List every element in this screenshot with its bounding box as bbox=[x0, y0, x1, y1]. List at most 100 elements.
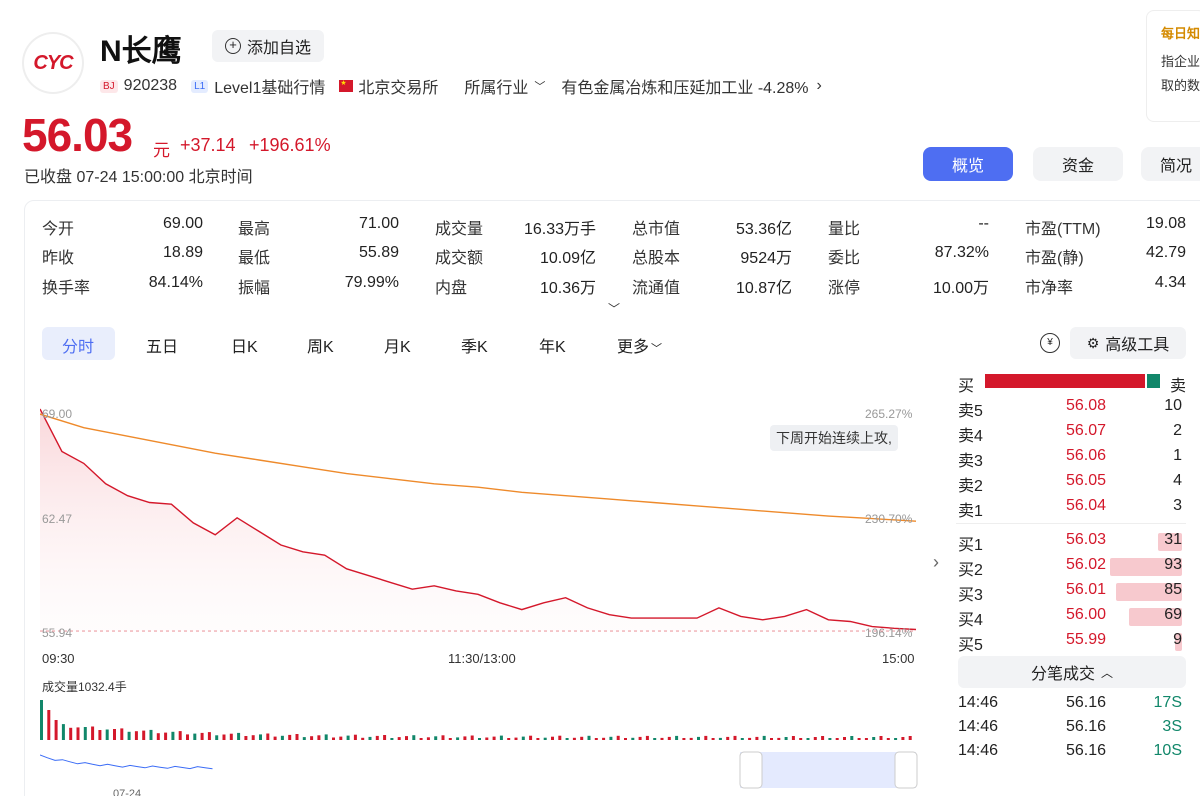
intraday-chart[interactable] bbox=[40, 395, 920, 795]
stat-value: 87.32% bbox=[934, 244, 989, 261]
pct-axis-low: 196.14% bbox=[865, 626, 913, 640]
volume-bar bbox=[821, 736, 825, 740]
level-label: 卖2 bbox=[958, 478, 983, 495]
volume-bar bbox=[222, 734, 226, 740]
ask-row[interactable]: 卖1 56.04 3 bbox=[958, 497, 1198, 522]
bid-row[interactable]: 买1 56.03 31 bbox=[958, 531, 1198, 556]
volume-bar bbox=[908, 736, 912, 740]
volume-bar bbox=[353, 734, 357, 740]
add-watchlist-button[interactable]: + 添加自选 bbox=[212, 30, 324, 62]
exchange-tag: BJ bbox=[100, 79, 118, 93]
volume-bar bbox=[339, 736, 343, 740]
volume-bar bbox=[857, 738, 861, 740]
industry-name: 有色金属冶炼和压延加工业 -4.28% bbox=[561, 80, 809, 97]
bid-row[interactable]: 买4 56.00 69 bbox=[958, 606, 1198, 631]
volume-bar bbox=[61, 724, 65, 740]
navigator-window[interactable] bbox=[740, 752, 916, 788]
volume-bar bbox=[390, 738, 394, 740]
volume-bar bbox=[850, 736, 854, 740]
level-price: 56.01 bbox=[1066, 581, 1107, 598]
sell-ratio-bar bbox=[1147, 374, 1160, 388]
tab-daily-k[interactable]: 日K bbox=[231, 333, 258, 357]
industry-dropdown[interactable]: 所属行业 ﹀ bbox=[464, 74, 545, 98]
level-volume: 4 bbox=[1173, 472, 1182, 489]
chevron-right-icon: › bbox=[816, 77, 822, 94]
tab-overview[interactable]: 概览 bbox=[923, 147, 1013, 181]
stat-value: 71.00 bbox=[358, 215, 399, 232]
trade-price: 56.16 bbox=[1066, 694, 1107, 711]
tools-icon: ⚙ bbox=[1086, 334, 1100, 351]
yen-icon[interactable]: ¥ bbox=[1040, 333, 1060, 353]
level-volume: 1 bbox=[1173, 447, 1182, 464]
volume-bar bbox=[638, 736, 642, 740]
volume-bar bbox=[770, 738, 773, 740]
price-change-percent: +196.61% bbox=[249, 135, 331, 155]
bid-row[interactable]: 买5 55.99 9 bbox=[958, 631, 1198, 656]
volume-bar bbox=[558, 735, 562, 740]
tab-five-day[interactable]: 五日 bbox=[146, 333, 178, 357]
sell-label: 卖 bbox=[1170, 378, 1187, 395]
tab-quarterly-k[interactable]: 季K bbox=[461, 333, 488, 357]
volume-bar bbox=[733, 735, 737, 740]
tab-yearly-k[interactable]: 年K bbox=[539, 333, 566, 357]
stock-name: N长鹰 bbox=[100, 35, 182, 68]
tab-funds[interactable]: 资金 bbox=[1033, 147, 1123, 181]
tab-profile[interactable]: 简况 bbox=[1141, 147, 1200, 181]
volume-bars bbox=[40, 700, 912, 740]
volume-bar bbox=[186, 734, 189, 740]
volume-bar bbox=[302, 737, 306, 740]
ask-row[interactable]: 卖2 56.05 4 bbox=[958, 472, 1198, 497]
y-axis-top: 69.00 bbox=[42, 407, 73, 421]
volume-bar bbox=[726, 736, 730, 740]
trade-time: 14:46 bbox=[958, 742, 999, 759]
volume-bar bbox=[784, 737, 788, 740]
chevron-right-icon[interactable]: › bbox=[933, 552, 939, 573]
daily-knowledge-panel[interactable]: 每日知 指企业 取的数 bbox=[1146, 10, 1200, 122]
advanced-tools-button[interactable]: ⚙ 高级工具 bbox=[1070, 327, 1186, 359]
tab-intraday[interactable]: 分时 bbox=[62, 333, 94, 357]
volume-bar bbox=[98, 730, 102, 740]
level-price: 56.06 bbox=[1066, 447, 1107, 464]
x-axis-mid: 11:30/13:00 bbox=[448, 651, 516, 666]
volume-bar bbox=[426, 737, 430, 740]
level-price: 56.05 bbox=[1066, 472, 1107, 489]
bid-row[interactable]: 买3 56.01 85 bbox=[958, 581, 1198, 606]
stat-value: 4.34 bbox=[1154, 274, 1186, 291]
volume-bar bbox=[645, 735, 649, 740]
expand-chevron-icon[interactable]: ﹀ bbox=[608, 300, 620, 317]
volume-bar bbox=[361, 737, 365, 740]
stat-value: 10.36万 bbox=[539, 280, 596, 297]
volume-bar bbox=[397, 737, 401, 740]
volume-bar bbox=[405, 736, 408, 740]
level-label: 买2 bbox=[958, 562, 983, 579]
china-flag-icon bbox=[339, 79, 354, 92]
tab-more[interactable]: 更多 ﹀ bbox=[617, 333, 662, 357]
volume-bar bbox=[259, 734, 262, 740]
industry-link[interactable]: 有色金属冶炼和压延加工业 -4.28% › bbox=[561, 74, 821, 98]
ask-row[interactable]: 卖4 56.07 2 bbox=[958, 422, 1198, 447]
knowledge-line: 取的数 bbox=[1161, 78, 1200, 93]
annotation-bubble[interactable]: 下周开始连续上攻, bbox=[770, 425, 898, 451]
trades-toggle[interactable]: 分笔成交 ︿ bbox=[958, 656, 1186, 688]
stat-value: 55.89 bbox=[358, 244, 399, 261]
price-change: +37.14 bbox=[180, 135, 236, 155]
ask-row[interactable]: 卖5 56.08 10 bbox=[958, 397, 1198, 422]
stat-label: 流通值 bbox=[632, 280, 681, 297]
industry-label: 所属行业 bbox=[464, 80, 529, 97]
volume-bar bbox=[178, 731, 182, 740]
navigator-right-handle[interactable] bbox=[894, 751, 918, 789]
level-volume: 85 bbox=[1164, 581, 1182, 598]
volume-bar bbox=[835, 738, 839, 740]
trades-label: 分笔成交 bbox=[1030, 666, 1095, 683]
tab-monthly-k[interactable]: 月K bbox=[384, 333, 411, 357]
navigator-left-handle[interactable] bbox=[739, 751, 763, 789]
ask-row[interactable]: 卖3 56.06 1 bbox=[958, 447, 1198, 472]
bid-row[interactable]: 买2 56.02 93 bbox=[958, 556, 1198, 581]
volume-bar bbox=[105, 729, 109, 740]
stat-label: 成交量 bbox=[435, 221, 484, 238]
volume-bar bbox=[149, 729, 153, 740]
tab-weekly-k[interactable]: 周K bbox=[307, 333, 334, 357]
stat-label: 量比 bbox=[828, 221, 861, 238]
volume-bar bbox=[295, 734, 299, 740]
stat-label: 市净率 bbox=[1025, 280, 1074, 297]
